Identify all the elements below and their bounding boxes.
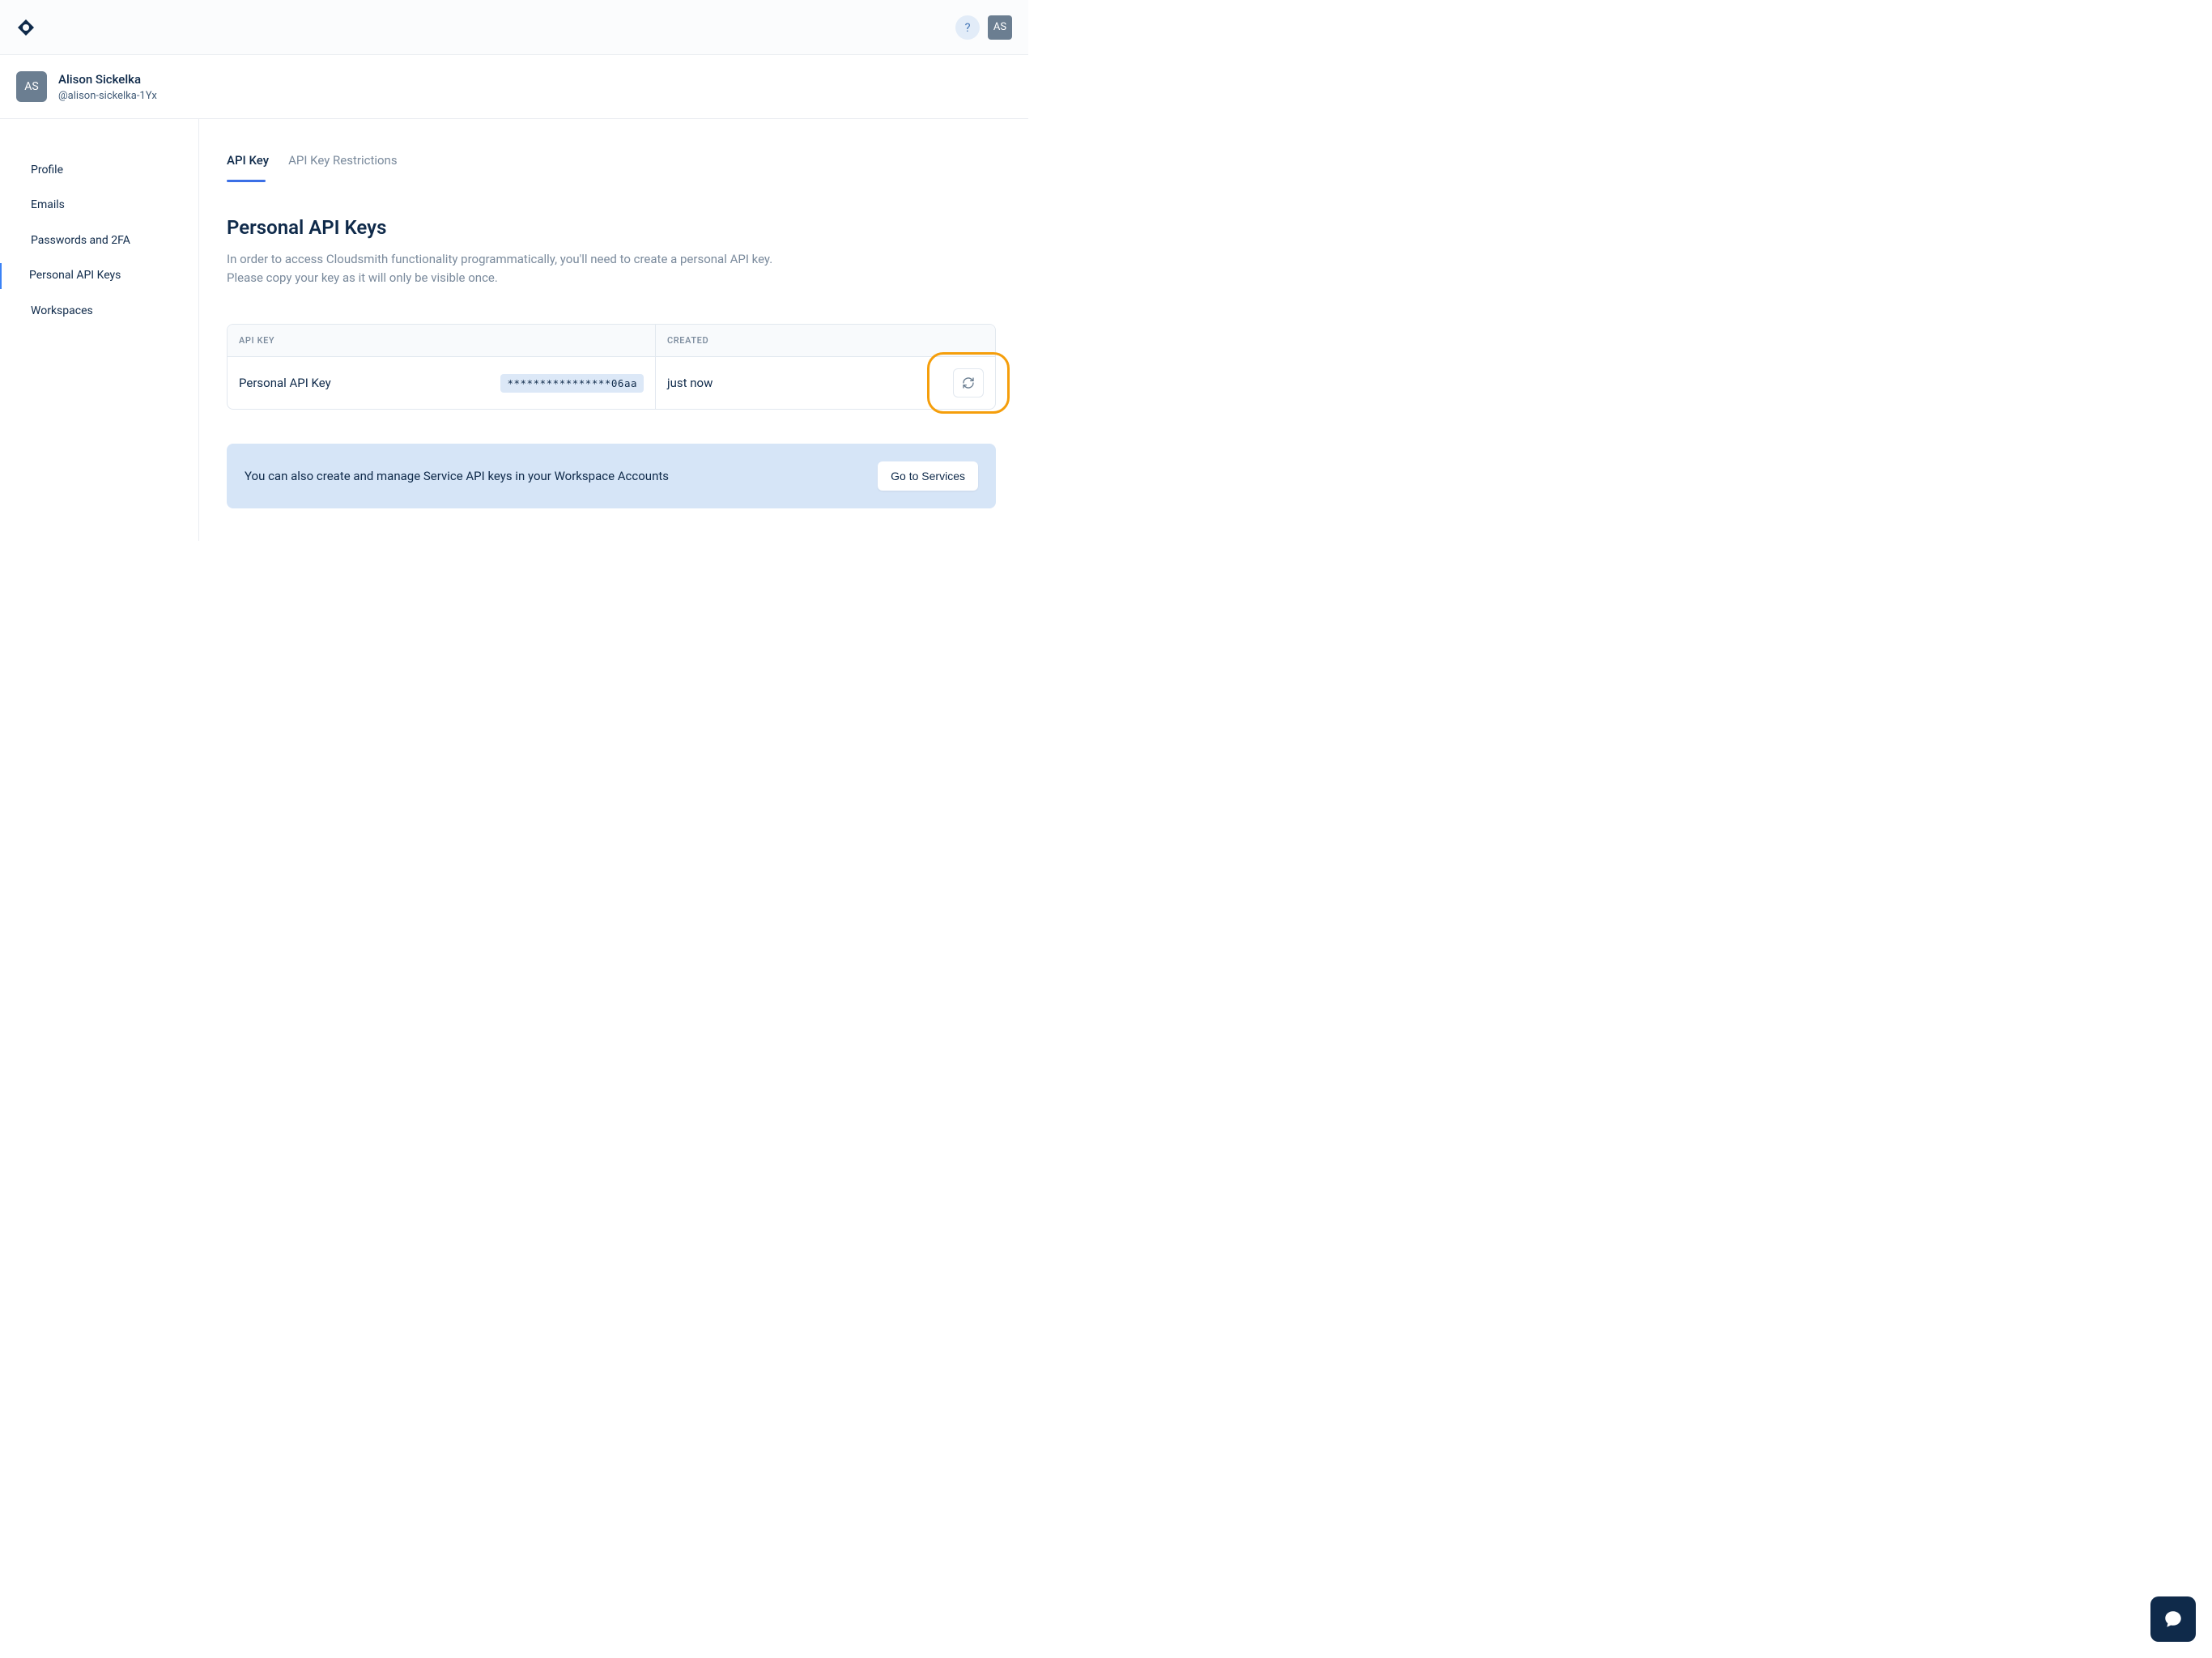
table-row: Personal API Key ****************06aa ju…	[228, 357, 995, 409]
regenerate-button[interactable]	[953, 368, 984, 397]
info-banner: You can also create and manage Service A…	[227, 444, 996, 508]
sidebar-item-profile[interactable]: Profile	[0, 158, 198, 183]
sidebar-item-passwords-2fa[interactable]: Passwords and 2FA	[0, 228, 198, 253]
banner-text: You can also create and manage Service A…	[245, 469, 669, 483]
avatar: AS	[16, 71, 47, 102]
tabs: API Key API Key Restrictions	[227, 153, 996, 182]
top-bar: ? AS	[0, 0, 1028, 55]
api-key-value[interactable]: ****************06aa	[500, 374, 644, 393]
help-button[interactable]: ?	[955, 15, 980, 40]
user-name: Alison Sickelka	[58, 72, 157, 87]
tab-api-key-restrictions[interactable]: API Key Restrictions	[288, 153, 398, 182]
logo[interactable]	[16, 18, 36, 37]
sidebar-item-workspaces[interactable]: Workspaces	[0, 299, 198, 324]
page-description: In order to access Cloudsmith functional…	[227, 250, 777, 287]
go-to-services-button[interactable]: Go to Services	[878, 461, 978, 491]
avatar-menu[interactable]: AS	[988, 15, 1012, 40]
refresh-icon	[962, 376, 975, 389]
sidebar-item-api-keys[interactable]: Personal API Keys	[0, 263, 198, 288]
chat-icon	[2163, 1609, 2184, 1630]
cell-created: just now	[655, 357, 995, 409]
cell-api-key: Personal API Key ****************06aa	[228, 363, 655, 404]
user-header: AS Alison Sickelka @alison-sickelka-1Yx	[0, 55, 1028, 119]
main-content: API Key API Key Restrictions Personal AP…	[198, 119, 996, 541]
table-header: API KEY CREATED	[228, 325, 995, 357]
sidebar-item-emails[interactable]: Emails	[0, 193, 198, 218]
column-api-key: API KEY	[228, 325, 655, 356]
user-handle: @alison-sickelka-1Yx	[58, 90, 157, 102]
chat-widget[interactable]	[2150, 1596, 2196, 1642]
tab-api-key[interactable]: API Key	[227, 153, 269, 182]
column-created: CREATED	[655, 325, 995, 356]
created-timestamp: just now	[667, 376, 713, 390]
api-key-table: API KEY CREATED Personal API Key *******…	[227, 324, 996, 410]
top-right-controls: ? AS	[955, 15, 1012, 40]
api-key-name: Personal API Key	[239, 376, 331, 390]
page-title: Personal API Keys	[227, 216, 996, 239]
sidebar: Profile Emails Passwords and 2FA Persona…	[0, 119, 198, 541]
diamond-logo-icon	[16, 18, 36, 37]
